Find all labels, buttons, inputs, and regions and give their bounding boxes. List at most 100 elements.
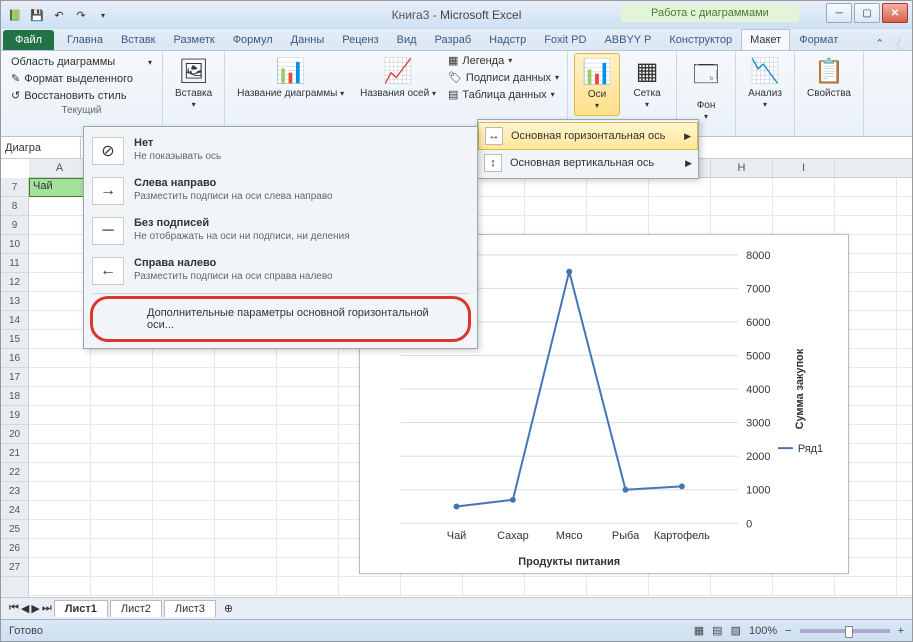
axis-none[interactable]: ⊘ НетНе показывать ось xyxy=(84,131,477,171)
zoom-out[interactable]: − xyxy=(785,625,791,637)
tab-layout[interactable]: Разметк xyxy=(165,29,224,50)
axis-rl-icon: ← xyxy=(92,257,124,285)
name-box[interactable]: Диагра xyxy=(1,137,81,158)
sheet-nav-prev[interactable]: ◀ xyxy=(21,602,29,615)
app-name: Microsoft Excel xyxy=(440,8,521,22)
minimize-ribbon-icon[interactable]: ⌃ xyxy=(875,37,884,50)
undo-icon[interactable]: ↶ xyxy=(49,5,69,25)
zoom-in[interactable]: + xyxy=(898,625,904,637)
qat-more-icon[interactable]: ▾ xyxy=(93,5,113,25)
status-bar: Готово ▦ ▤ ▧ 100% − + xyxy=(1,619,912,641)
tab-addins[interactable]: Надстр xyxy=(480,29,535,50)
background-button[interactable]: 🗔Фон▾ xyxy=(683,53,729,126)
tab-formulas[interactable]: Формул xyxy=(224,29,282,50)
view-normal-icon[interactable]: ▦ xyxy=(694,624,704,637)
axis-titles-button[interactable]: 📈Названия осей ▾ xyxy=(354,53,442,103)
axis-lr-icon: → xyxy=(92,177,124,205)
tab-design[interactable]: Конструктор xyxy=(660,29,741,50)
svg-text:7000: 7000 xyxy=(746,283,770,295)
tab-abbyy[interactable]: ABBYY P xyxy=(595,29,660,50)
sheet-nav-first[interactable]: ⏮ xyxy=(9,602,19,615)
view-pagebreak-icon[interactable]: ▧ xyxy=(731,624,741,637)
row-headers: 789101112131415161718192021222324252627 xyxy=(1,178,29,597)
tab-review[interactable]: Реценз xyxy=(333,29,387,50)
zoom-slider[interactable] xyxy=(800,629,890,633)
cell-a7[interactable]: Чай xyxy=(29,178,91,197)
primary-vertical-axis[interactable]: ↕Основная вертикальная ось▶ xyxy=(478,150,698,176)
excel-icon: 📗 xyxy=(5,5,25,25)
analysis-button[interactable]: 📉Анализ▾ xyxy=(742,53,788,114)
chart-elements-combo[interactable]: Область диаграммы ▾ xyxy=(9,55,154,69)
new-sheet-icon[interactable]: ⊕ xyxy=(218,602,239,615)
svg-text:8000: 8000 xyxy=(746,250,770,262)
close-button[interactable]: ✕ xyxy=(882,3,908,23)
svg-text:Сумма закупок: Сумма закупок xyxy=(794,348,806,429)
svg-text:3000: 3000 xyxy=(746,418,770,430)
tab-layout-chart[interactable]: Макет xyxy=(741,29,790,50)
legend-button[interactable]: ▦ Легенда ▾ xyxy=(446,53,561,68)
svg-text:Чай: Чай xyxy=(447,530,466,542)
title-bar: 📗 💾 ↶ ↷ ▾ Книга3 - Microsoft Excel Работ… xyxy=(1,1,912,29)
svg-text:Рыба: Рыба xyxy=(612,530,640,542)
format-selection[interactable]: ✎ Формат выделенного xyxy=(9,71,154,86)
group-label-current: Текущий xyxy=(7,105,156,116)
analysis-icon: 📉 xyxy=(750,57,780,86)
sheet-nav-last[interactable]: ⏭ xyxy=(42,602,52,615)
zoom-value[interactable]: 100% xyxy=(749,625,777,637)
tab-home[interactable]: Главна xyxy=(58,29,112,50)
file-tab[interactable]: Файл xyxy=(3,30,54,50)
redo-icon[interactable]: ↷ xyxy=(71,5,91,25)
axis-no-labels[interactable]: ─ Без подписейНе отображать на оси ни по… xyxy=(84,211,477,251)
sheet-tab-bar: ⏮ ◀ ▶ ⏭ Лист1 Лист2 Лист3 ⊕ xyxy=(1,597,912,619)
data-labels-button[interactable]: 🏷 Подписи данных ▾ xyxy=(446,70,561,85)
tab-data[interactable]: Данны xyxy=(282,29,334,50)
sheet-nav-next[interactable]: ▶ xyxy=(31,602,39,615)
picture-icon: 🖼 xyxy=(178,57,208,86)
vaxis-icon: ↕ xyxy=(484,154,502,172)
save-icon[interactable]: 💾 xyxy=(27,5,47,25)
axes-submenu: ↔Основная горизонтальная ось▶ ↕Основная … xyxy=(477,119,699,179)
svg-text:Ряд1: Ряд1 xyxy=(798,443,823,455)
sheet-tab-1[interactable]: Лист1 xyxy=(54,600,108,617)
insert-button[interactable]: 🖼Вставка▾ xyxy=(169,53,218,114)
svg-text:4000: 4000 xyxy=(746,384,770,396)
svg-text:Мясо: Мясо xyxy=(556,530,583,542)
tab-view[interactable]: Вид xyxy=(388,29,426,50)
ribbon: Область диаграммы ▾ ✎ Формат выделенного… xyxy=(1,51,912,137)
maximize-button[interactable]: ▢ xyxy=(854,3,880,23)
help-icon[interactable]: ❔ xyxy=(890,37,904,50)
doc-name: Книга3 xyxy=(392,8,430,22)
axis-titles-icon: 📈 xyxy=(383,57,413,86)
svg-text:Картофель: Картофель xyxy=(654,530,710,542)
properties-button[interactable]: 📋Свойства xyxy=(801,53,857,103)
svg-text:Сахар: Сахар xyxy=(497,530,529,542)
svg-text:6000: 6000 xyxy=(746,317,770,329)
tab-format[interactable]: Формат xyxy=(790,29,847,50)
minimize-button[interactable]: ─ xyxy=(826,3,852,23)
sheet-tab-2[interactable]: Лист2 xyxy=(110,600,162,617)
ribbon-tabs: Файл Главна Вставк Разметк Формул Данны … xyxy=(1,29,912,51)
reset-style[interactable]: ↺ Восстановить стиль xyxy=(9,88,154,103)
tab-insert[interactable]: Вставк xyxy=(112,29,165,50)
col-i[interactable]: I xyxy=(773,159,835,177)
col-h[interactable]: H xyxy=(711,159,773,177)
chart-title-button[interactable]: 📊Название диаграммы ▾ xyxy=(231,53,350,103)
chart-title-icon: 📊 xyxy=(276,57,306,86)
axes-icon: 📊 xyxy=(582,58,612,87)
view-pagelayout-icon[interactable]: ▤ xyxy=(712,624,722,637)
status-ready: Готово xyxy=(9,625,43,637)
axis-blank-icon: ─ xyxy=(92,217,124,245)
axes-button[interactable]: 📊Оси▾ xyxy=(574,53,620,116)
data-table-button[interactable]: ▤ Таблица данных ▾ xyxy=(446,87,561,102)
haxis-icon: ↔ xyxy=(485,127,503,145)
more-axis-options[interactable]: Дополнительные параметры основной горизо… xyxy=(93,299,468,339)
gridlines-button[interactable]: ▦Сетка▾ xyxy=(624,53,670,114)
col-a[interactable]: A xyxy=(29,159,91,177)
svg-text:0: 0 xyxy=(746,518,752,530)
tab-foxit[interactable]: Foxit PD xyxy=(535,29,595,50)
sheet-tab-3[interactable]: Лист3 xyxy=(164,600,216,617)
primary-horizontal-axis[interactable]: ↔Основная горизонтальная ось▶ xyxy=(478,122,698,150)
axis-left-right[interactable]: → Слева направоРазместить подписи на оси… xyxy=(84,171,477,211)
axis-right-left[interactable]: ← Справа налевоРазместить подписи на оси… xyxy=(84,251,477,291)
tab-developer[interactable]: Разраб xyxy=(426,29,481,50)
